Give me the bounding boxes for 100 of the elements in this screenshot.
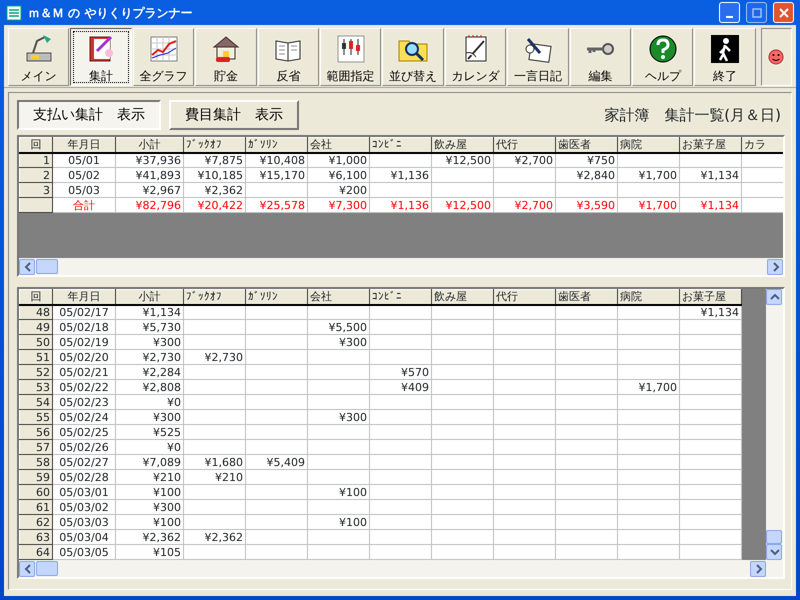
table-cell: ¥20,422 [184, 198, 246, 212]
table-cell: 05/03 [52, 182, 116, 198]
table-cell: ¥300 [308, 334, 370, 350]
toolbar-button[interactable]: 貯金 [195, 28, 257, 86]
scroll-right-button[interactable] [767, 258, 783, 274]
column-header: 年月日 [52, 290, 116, 304]
minimize-button[interactable] [719, 2, 740, 23]
row-number: 52 [20, 364, 52, 380]
toolbar-button[interactable]: 反省 [258, 28, 320, 86]
row-number: 58 [20, 454, 52, 470]
maximize-button[interactable] [746, 2, 767, 23]
table-cell: 05/02 [52, 168, 116, 182]
column-header: ﾌﾞｯｸｵﾌ [184, 138, 246, 152]
toolbar-button[interactable]: 並び替え [382, 28, 444, 86]
toolbar-button[interactable]: 集計 [70, 28, 132, 86]
row-number: 64 [20, 544, 52, 560]
table-cell: ¥0 [116, 394, 184, 410]
window-title: ｍ＆Ｍ の やりくりプランナー [28, 4, 194, 22]
column-header: 小計 [116, 138, 184, 152]
column-header: 回 [20, 290, 52, 304]
row-number: 49 [20, 320, 52, 334]
row-number: 53 [20, 380, 52, 394]
view-button[interactable]: 支払い集計 表示 [17, 100, 161, 130]
table-cell: 05/02/25 [52, 424, 116, 440]
table-cell: 05/02/17 [52, 304, 116, 320]
column-header: 歯医者 [556, 138, 618, 152]
close-button[interactable] [773, 2, 794, 23]
row-number: 54 [20, 394, 52, 410]
toolbar-button[interactable]: 一言日記 [507, 28, 569, 86]
table-cell: ¥2,730 [116, 350, 184, 364]
table-cell: ¥12,500 [432, 152, 494, 168]
scroll-left-button[interactable] [19, 258, 35, 274]
table-cell: ¥2,362 [116, 530, 184, 544]
table-cell: ¥2,808 [116, 380, 184, 394]
column-header: ｶﾞｿﾘﾝ [246, 138, 308, 152]
column-header: 代行 [494, 290, 556, 304]
table-cell: ¥2,284 [116, 364, 184, 380]
column-header: 小計 [116, 290, 184, 304]
list-heading: 家計簿 集計一覧(月＆日) [604, 104, 781, 126]
table-cell: ¥1,136 [370, 168, 432, 182]
row-number: 56 [20, 424, 52, 440]
scroll-up-button[interactable] [766, 289, 782, 305]
table-cell: ¥1,134 [680, 304, 742, 320]
column-header: お菓子屋 [680, 290, 742, 304]
horizontal-scrollbar[interactable] [19, 560, 783, 577]
table-cell: ¥100 [116, 484, 184, 500]
row-number: 51 [20, 350, 52, 364]
table-cell: ¥1,680 [184, 454, 246, 470]
column-header: 飲み屋 [432, 138, 494, 152]
scrollbar-thumb[interactable] [36, 561, 58, 576]
toolbar-button[interactable]: ヘルプ [632, 28, 694, 86]
toolbar-button[interactable]: 終了 [694, 28, 756, 86]
row-number: 57 [20, 440, 52, 454]
row-number: 62 [20, 514, 52, 530]
scroll-down-button[interactable] [766, 544, 782, 560]
table-cell: ¥570 [370, 364, 432, 380]
table-cell: ¥210 [184, 470, 246, 484]
table-cell: ¥82,796 [116, 198, 184, 212]
table-cell: ¥3,590 [556, 198, 618, 212]
scrollbar-thumb[interactable] [766, 530, 782, 544]
toolbar-button[interactable]: 全グラフ [132, 28, 194, 86]
table-cell: 05/02/22 [52, 380, 116, 394]
row-number: 55 [20, 410, 52, 424]
view-button[interactable]: 費目集計 表示 [169, 100, 299, 130]
scroll-right-button[interactable] [750, 560, 766, 576]
table-cell: ¥100 [308, 484, 370, 500]
table-cell: ¥10,408 [246, 152, 308, 168]
table-cell: ¥300 [116, 500, 184, 514]
table-cell: ¥41,893 [116, 168, 184, 182]
column-header: 歯医者 [556, 290, 618, 304]
row-number: 3 [20, 182, 52, 198]
scrollbar-thumb[interactable] [36, 259, 58, 274]
vertical-scrollbar[interactable] [766, 289, 783, 560]
column-header: ｶﾞｿﾘﾝ [246, 290, 308, 304]
table-cell: 05/02/19 [52, 334, 116, 350]
table-cell: ¥2,362 [184, 530, 246, 544]
column-header: 回 [20, 138, 52, 152]
table-cell: ¥2,700 [494, 152, 556, 168]
column-header: ｺﾝﾋﾞﾆ [370, 138, 432, 152]
table-cell: ¥1,000 [308, 152, 370, 168]
column-header: 会社 [308, 290, 370, 304]
table-cell: ¥6,100 [308, 168, 370, 182]
toolbar-button[interactable]: カレンダ [444, 28, 506, 86]
column-header: 病院 [618, 138, 680, 152]
table-cell: 05/02/28 [52, 470, 116, 484]
table-cell: ¥1,700 [618, 198, 680, 212]
table-cell: ¥200 [308, 182, 370, 198]
table-cell: 05/02/20 [52, 350, 116, 364]
scroll-left-button[interactable] [19, 560, 35, 576]
horizontal-scrollbar[interactable] [19, 258, 783, 275]
toolbar-button[interactable]: 範囲指定 [320, 28, 382, 86]
close-icon [778, 8, 788, 18]
total-label: 合計 [52, 198, 116, 212]
row-number: 63 [20, 530, 52, 544]
table-cell: 05/01 [52, 152, 116, 168]
toolbar-button[interactable]: 編集 [570, 28, 632, 86]
table-cell: ¥409 [370, 380, 432, 394]
table-cell: 05/03/02 [52, 500, 116, 514]
toolbar-button[interactable]: メイン [8, 28, 70, 86]
column-header: 病院 [618, 290, 680, 304]
